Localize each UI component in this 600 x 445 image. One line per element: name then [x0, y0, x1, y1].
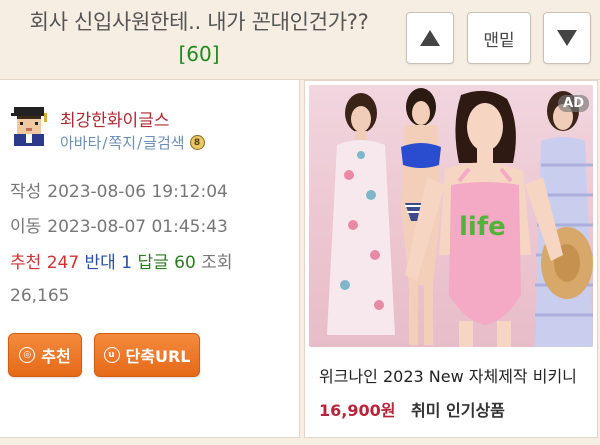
- link-separator: /: [137, 133, 143, 152]
- author-card: 최강한화이글스 아바타 / 쪽지 / 글검색 8 작성 2023-08-06 19…: [0, 80, 300, 438]
- view-count: 26,165: [10, 286, 70, 306]
- post-header: 회사 신입사원한테.. 내가 꼰대인건가?? [60] 맨밑: [0, 0, 600, 80]
- scroll-down-button[interactable]: [543, 12, 591, 64]
- recommend-button-label: 추천: [41, 347, 71, 366]
- model-floral-dress: [327, 93, 395, 335]
- avatar-link[interactable]: 아바타: [60, 132, 101, 153]
- swimsuit-life-logo: life: [459, 212, 506, 242]
- view-count-row: 26,165: [10, 286, 69, 306]
- recommend-circle-icon: ◎: [19, 347, 36, 363]
- view-label: 조회: [201, 253, 233, 273]
- stats-row: 추천 247 반대 1 답글 60 조회: [10, 248, 232, 273]
- level-badge-icon: 8: [189, 135, 205, 150]
- reply-count-badge[interactable]: [60]: [0, 38, 398, 70]
- post-title: 회사 신입사원한테.. 내가 꼰대인건가??: [29, 10, 369, 34]
- bottom-divider: [0, 438, 600, 445]
- ad-title[interactable]: 위크나인 2023 New 자체제작 비키니: [319, 363, 591, 387]
- ad-swimwear-illustration: life: [327, 88, 593, 347]
- triangle-up-icon: [420, 30, 440, 46]
- reply-label: 답글: [137, 253, 169, 273]
- created-date: 2023-08-06 19:12:04: [47, 182, 228, 202]
- post-search-link[interactable]: 글검색: [143, 132, 184, 153]
- message-link[interactable]: 쪽지: [108, 132, 136, 153]
- short-url-button-label: 단축URL: [125, 347, 191, 366]
- reply-count: 60: [174, 253, 196, 273]
- created-date-row: 작성 2023-08-06 19:12:04: [10, 177, 228, 202]
- link-circle-icon: u: [103, 347, 120, 363]
- recommend-count: 247: [46, 253, 80, 273]
- recommend-label: 추천: [10, 253, 42, 273]
- oppose-count: 1: [121, 253, 133, 273]
- scroll-to-bottom-button[interactable]: 맨밑: [467, 12, 531, 64]
- avatar[interactable]: [8, 104, 50, 146]
- link-separator: /: [102, 133, 108, 152]
- ad-category-tag: 취미 인기상품: [411, 401, 505, 420]
- ad-badge: AD: [558, 95, 589, 112]
- moved-label: 이동: [10, 217, 42, 237]
- scroll-up-button[interactable]: [406, 12, 454, 64]
- created-label: 작성: [10, 182, 42, 202]
- ad-card[interactable]: life AD 위크나인 2023 New 자체제작 비키니 16,900원 취…: [304, 80, 598, 438]
- moved-date-row: 이동 2023-08-07 01:45:43: [10, 212, 228, 237]
- post-title-block: 회사 신입사원한테.. 내가 꼰대인건가?? [60]: [0, 6, 398, 70]
- triangle-down-icon: [557, 30, 577, 46]
- moved-date: 2023-08-07 01:45:43: [47, 217, 228, 237]
- ad-image[interactable]: life AD: [309, 85, 593, 347]
- ad-price: 16,900원: [319, 401, 396, 420]
- author-links: 아바타 / 쪽지 / 글검색 8: [60, 132, 205, 153]
- recommend-button[interactable]: ◎ 추천: [8, 333, 82, 377]
- oppose-label: 반대: [84, 253, 116, 273]
- short-url-button[interactable]: u 단축URL: [94, 333, 200, 377]
- author-name[interactable]: 최강한화이글스: [60, 106, 169, 131]
